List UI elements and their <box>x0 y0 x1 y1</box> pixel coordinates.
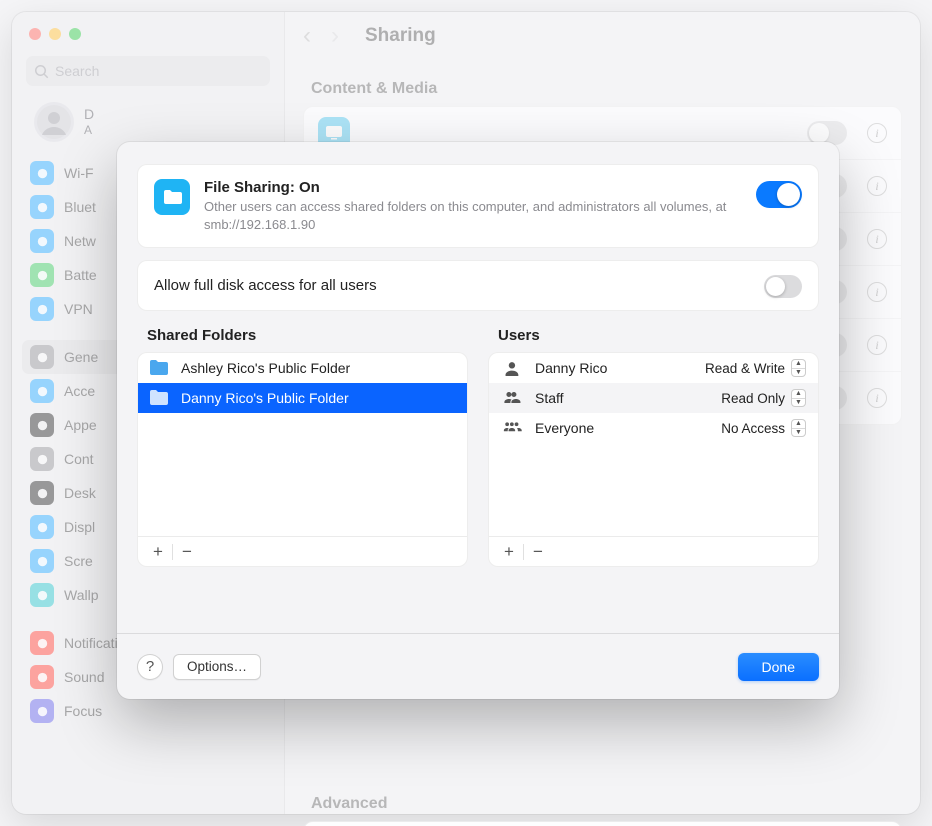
shared-folder-row[interactable]: Ashley Rico's Public Folder <box>138 353 467 383</box>
permission-value: No Access <box>721 421 785 436</box>
user-name: Staff <box>535 390 711 406</box>
permission-selector[interactable]: Read Only ▲▼ <box>721 389 806 407</box>
shared-folders-heading: Shared Folders <box>147 327 468 344</box>
stepper-icon: ▲▼ <box>791 359 806 377</box>
permission-value: Read & Write <box>705 361 785 376</box>
advanced-card: Remote Management i Remote Login i <box>303 821 902 826</box>
file-sharing-description: Other users can access shared folders on… <box>204 198 742 233</box>
done-button[interactable]: Done <box>738 653 819 681</box>
stepper-icon: ▲▼ <box>791 419 806 437</box>
add-user-button[interactable]: + <box>495 540 523 564</box>
users-column: Users Danny Rico Read & Write ▲▼ Staff R… <box>488 327 819 567</box>
user-permission-row[interactable]: Everyone No Access ▲▼ <box>489 413 818 443</box>
full-disk-access-card: Allow full disk access for all users <box>137 260 819 311</box>
stepper-icon: ▲▼ <box>791 389 806 407</box>
permission-value: Read Only <box>721 391 785 406</box>
file-sharing-toggle[interactable] <box>756 181 802 208</box>
sharing-service-row[interactable]: Remote Management i <box>304 822 901 826</box>
file-sharing-title: File Sharing: On <box>204 179 742 196</box>
permission-selector[interactable]: No Access ▲▼ <box>721 419 806 437</box>
user-name: Everyone <box>535 420 711 436</box>
add-folder-button[interactable]: + <box>144 540 172 564</box>
help-button[interactable]: ? <box>137 654 163 680</box>
user-name: Danny Rico <box>535 360 695 376</box>
sheet-footer: ? Options… Done <box>117 633 839 699</box>
group2-icon <box>501 390 525 406</box>
remove-folder-button[interactable]: − <box>173 540 201 564</box>
file-sharing-status-card: File Sharing: On Other users can access … <box>137 164 819 248</box>
folder-icon <box>148 389 170 407</box>
shared-folder-row[interactable]: Danny Rico's Public Folder <box>138 383 467 413</box>
permission-selector[interactable]: Read & Write ▲▼ <box>705 359 806 377</box>
shared-folder-name: Ashley Rico's Public Folder <box>181 360 350 376</box>
users-list: Danny Rico Read & Write ▲▼ Staff Read On… <box>488 352 819 567</box>
user-permission-row[interactable]: Staff Read Only ▲▼ <box>489 383 818 413</box>
folder-icon <box>148 359 170 377</box>
users-heading: Users <box>498 327 819 344</box>
full-disk-label: Allow full disk access for all users <box>154 277 764 294</box>
remove-user-button[interactable]: − <box>524 540 552 564</box>
options-button[interactable]: Options… <box>173 654 261 680</box>
shared-folders-column: Shared Folders Ashley Rico's Public Fold… <box>137 327 468 567</box>
group3-icon <box>501 420 525 436</box>
system-settings-window: Search D A Wi-FBluetNetwBatteVPNGeneAcce… <box>12 12 920 814</box>
file-sharing-icon <box>154 179 190 215</box>
shared-folder-name: Danny Rico's Public Folder <box>181 390 349 406</box>
file-sharing-sheet: File Sharing: On Other users can access … <box>117 142 839 699</box>
shared-folders-list: Ashley Rico's Public Folder Danny Rico's … <box>137 352 468 567</box>
person-icon <box>501 360 525 376</box>
full-disk-toggle[interactable] <box>764 275 802 298</box>
user-permission-row[interactable]: Danny Rico Read & Write ▲▼ <box>489 353 818 383</box>
